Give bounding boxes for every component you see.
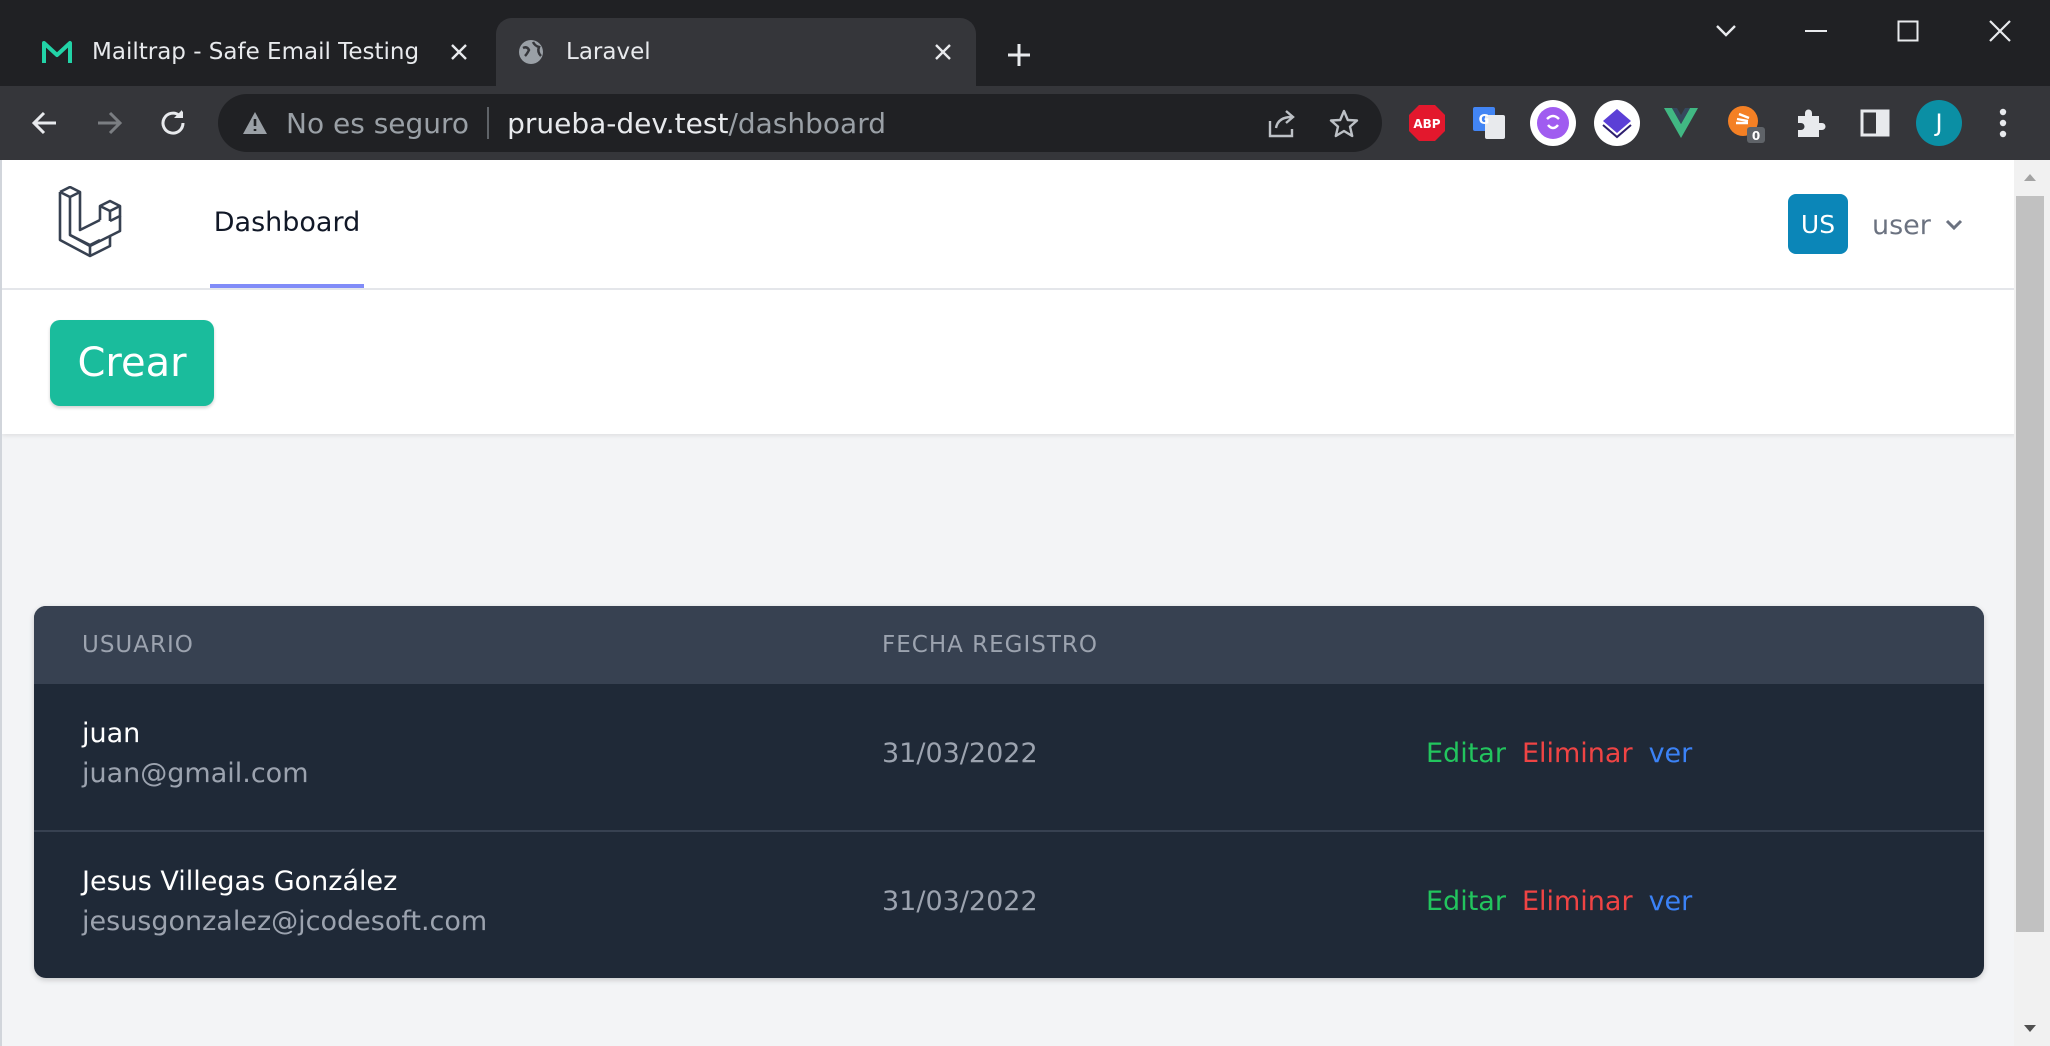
warning-triangle-icon[interactable] xyxy=(238,106,272,140)
address-separator xyxy=(487,107,490,139)
extension-badge: 0 xyxy=(1752,129,1760,143)
tab-mailtrap[interactable]: Mailtrap - Safe Email Testing xyxy=(22,18,492,86)
extensions-puzzle-icon[interactable] xyxy=(1788,100,1834,146)
abp-label: ABP xyxy=(1413,117,1440,131)
minimize-icon[interactable] xyxy=(1786,8,1846,54)
scroll-up-arrow-icon[interactable] xyxy=(2016,162,2044,192)
edit-link[interactable]: Editar xyxy=(1426,886,1506,917)
globe-icon xyxy=(514,35,548,69)
page-viewport: Dashboard US user Crear USUARIO FECHA RE… xyxy=(0,160,2016,1046)
url-path: /dashboard xyxy=(728,106,886,140)
browser-tab-bar: Mailtrap - Safe Email Testing Laravel xyxy=(0,0,2050,86)
app-navbar: Dashboard US user xyxy=(2,160,2016,290)
close-tab-icon[interactable] xyxy=(926,35,960,69)
table-header: USUARIO FECHA REGISTRO xyxy=(34,606,1984,684)
back-arrow-icon[interactable] xyxy=(20,98,70,148)
scroll-down-arrow-icon[interactable] xyxy=(2016,1014,2044,1044)
row-actions: Editar Eliminar ver xyxy=(1426,886,1692,917)
user-menu-dropdown[interactable]: user xyxy=(1872,200,1965,250)
delete-link[interactable]: Eliminar xyxy=(1522,738,1633,769)
nav-dashboard-link[interactable]: Dashboard xyxy=(210,160,364,288)
column-header-user: USUARIO xyxy=(82,632,194,658)
share-icon[interactable] xyxy=(1264,106,1300,142)
view-link[interactable]: ver xyxy=(1649,738,1693,769)
user-email-cell: juan@gmail.com xyxy=(82,758,309,789)
extension-purple-icon[interactable] xyxy=(1530,100,1576,146)
kebab-menu-icon[interactable] xyxy=(1980,100,2026,146)
delete-link[interactable]: Eliminar xyxy=(1522,886,1633,917)
user-name: user xyxy=(1872,209,1931,241)
mailtrap-icon xyxy=(40,35,74,69)
edit-link[interactable]: Editar xyxy=(1426,738,1506,769)
close-window-icon[interactable] xyxy=(1970,8,2030,54)
registration-date-cell: 31/03/2022 xyxy=(882,738,1038,769)
profile-avatar[interactable]: J xyxy=(1916,100,1962,146)
page-header: Crear xyxy=(2,290,2016,434)
close-tab-icon[interactable] xyxy=(442,35,476,69)
view-link[interactable]: ver xyxy=(1649,886,1693,917)
chevron-down-icon xyxy=(1945,215,1965,235)
column-header-date: FECHA REGISTRO xyxy=(882,632,1099,658)
address-bar[interactable]: No es seguro prueba-dev.test/dashboard xyxy=(218,94,1382,152)
users-table: USUARIO FECHA REGISTRO juan juan@gmail.c… xyxy=(34,606,1984,978)
maximize-icon[interactable] xyxy=(1878,8,1938,54)
table-row: Jesus Villegas González jesusgonzalez@jc… xyxy=(34,830,1984,978)
tab-search-chevron-icon[interactable] xyxy=(1696,8,1756,54)
user-name-cell: Jesus Villegas González xyxy=(82,866,398,897)
create-button[interactable]: Crear xyxy=(50,320,214,406)
stack-overflow-icon[interactable]: 0 xyxy=(1724,100,1770,146)
url-host: prueba-dev.test xyxy=(507,106,729,140)
table-row: juan juan@gmail.com 31/03/2022 Editar El… xyxy=(34,684,1984,830)
side-panel-icon[interactable] xyxy=(1852,100,1898,146)
tab-title: Laravel xyxy=(566,39,651,65)
new-tab-button[interactable] xyxy=(998,34,1040,76)
vue-devtools-icon[interactable] xyxy=(1658,100,1704,146)
user-avatar[interactable]: US xyxy=(1788,194,1848,254)
user-name-cell: juan xyxy=(82,718,141,749)
google-translate-icon[interactable]: G xyxy=(1466,100,1512,146)
registration-date-cell: 31/03/2022 xyxy=(882,886,1038,917)
bookmark-star-icon[interactable] xyxy=(1326,106,1362,142)
forward-arrow-icon[interactable] xyxy=(84,98,134,148)
row-actions: Editar Eliminar ver xyxy=(1426,738,1692,769)
browser-toolbar: No es seguro prueba-dev.test/dashboard A… xyxy=(0,86,2050,160)
svg-text:G: G xyxy=(1479,113,1490,128)
scrollbar-thumb[interactable] xyxy=(2016,196,2044,932)
user-email-cell: jesusgonzalez@jcodesoft.com xyxy=(82,906,488,937)
tab-title: Mailtrap - Safe Email Testing xyxy=(92,39,420,65)
laravel-logo-icon[interactable] xyxy=(56,185,132,262)
adblock-plus-icon[interactable]: ABP xyxy=(1404,100,1450,146)
reload-icon[interactable] xyxy=(148,98,198,148)
security-label[interactable]: No es seguro xyxy=(286,107,469,140)
tab-laravel[interactable]: Laravel xyxy=(496,18,976,86)
extension-layers-icon[interactable] xyxy=(1594,100,1640,146)
